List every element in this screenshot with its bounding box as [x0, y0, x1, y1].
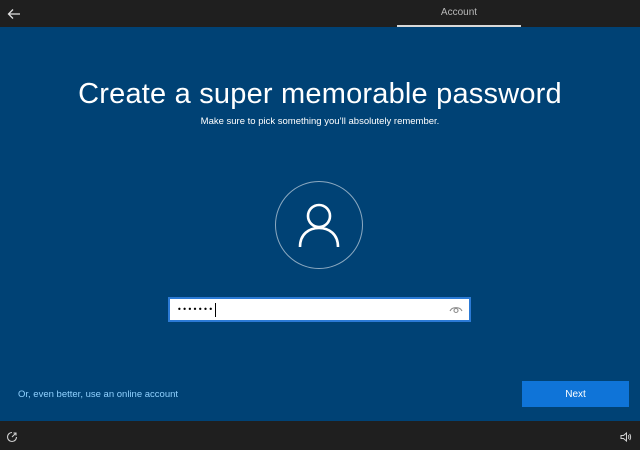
page-subtitle: Make sure to pick something you’ll absol…	[200, 116, 440, 127]
avatar	[275, 181, 363, 269]
main-panel: Create a super memorable password Make s…	[0, 27, 640, 421]
tab-account: Account	[397, 0, 521, 27]
user-icon	[298, 203, 340, 248]
reveal-password-button[interactable]	[448, 302, 464, 316]
volume-button[interactable]	[618, 429, 634, 445]
eye-icon	[449, 307, 463, 314]
ease-of-access-button[interactable]	[4, 429, 20, 445]
password-field[interactable]: •••••••	[168, 297, 471, 322]
bottom-bar	[0, 421, 640, 450]
text-caret	[214, 302, 216, 317]
online-account-link[interactable]: Or, even better, use an online account	[18, 389, 178, 400]
ease-of-access-icon	[6, 431, 18, 443]
back-button[interactable]	[0, 0, 28, 27]
next-button[interactable]: Next	[522, 381, 629, 407]
top-bar: Account	[0, 0, 640, 27]
back-arrow-icon	[7, 8, 20, 19]
volume-icon	[620, 431, 632, 443]
tab-account-label: Account	[440, 7, 478, 18]
page-title: Create a super memorable password	[78, 78, 562, 110]
password-value: •••••••	[177, 305, 214, 314]
